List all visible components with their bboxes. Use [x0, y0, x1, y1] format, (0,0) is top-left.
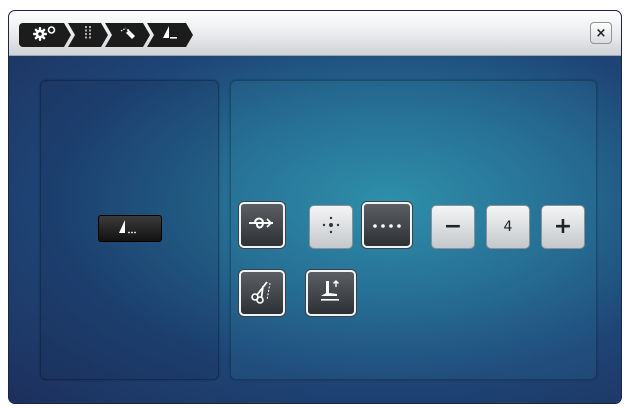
minus-label: − — [443, 214, 463, 239]
stitch-length-button[interactable] — [98, 215, 162, 242]
stitch-length-icon — [115, 218, 145, 240]
stitch-line-icon — [81, 25, 95, 45]
cut-thread-button[interactable] — [239, 270, 285, 316]
value-display: 4 — [486, 205, 530, 249]
scissors-icon — [249, 278, 275, 308]
title-bar: × — [9, 11, 621, 56]
breadcrumb — [19, 23, 195, 47]
dotted-line-icon — [371, 216, 403, 235]
decrease-button[interactable]: − — [431, 205, 475, 249]
presser-foot-up-icon — [317, 277, 345, 309]
breadcrumb-item-needle[interactable] — [105, 23, 150, 47]
tie-off-button[interactable] — [239, 202, 285, 248]
single-dot-icon — [320, 214, 342, 240]
dotted-line-button[interactable] — [362, 202, 412, 248]
value-text: 4 — [503, 219, 513, 235]
presser-foot-button[interactable] — [306, 270, 356, 316]
close-button[interactable]: × — [590, 22, 612, 44]
knot-icon — [247, 213, 277, 237]
needle-thread-icon — [119, 25, 137, 45]
breadcrumb-item-stitch[interactable] — [68, 23, 108, 47]
settings-gears-icon — [32, 25, 58, 45]
breadcrumb-item-foot[interactable] — [147, 23, 193, 47]
single-point-button[interactable] — [309, 205, 353, 249]
plus-label: + — [553, 214, 573, 239]
increase-button[interactable]: + — [541, 205, 585, 249]
foot-stitch-icon — [161, 25, 179, 45]
breadcrumb-item-settings[interactable] — [19, 23, 71, 47]
